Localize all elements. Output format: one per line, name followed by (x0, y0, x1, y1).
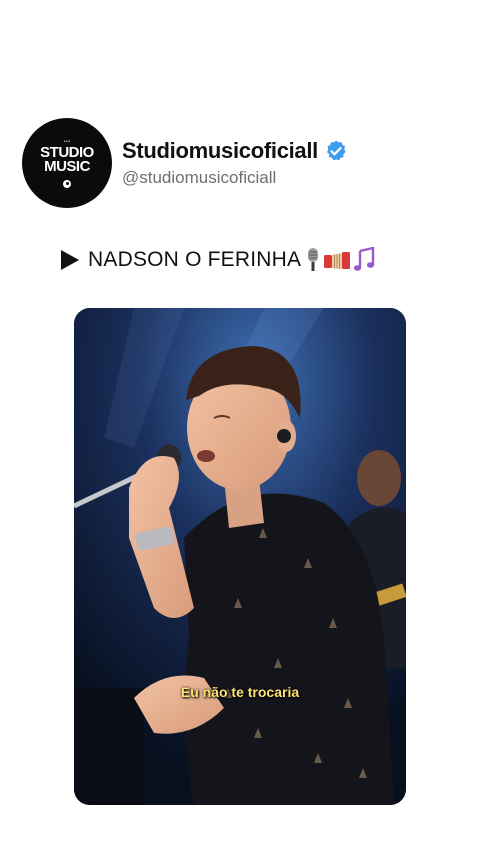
display-name[interactable]: Studiomusicoficiall (122, 138, 318, 164)
avatar-logo-text-2: MUSIC (44, 157, 90, 175)
play-icon (61, 250, 79, 270)
microphone-icon (308, 248, 319, 271)
music-notes-icon (354, 247, 375, 271)
verified-badge-icon (327, 140, 346, 161)
video-subtitle: Eu não te trocaria (180, 684, 300, 700)
profile-names: Studiomusicoficiall @studiomusicoficiall (122, 138, 348, 188)
caption-text: NADSON O FERINHA (88, 248, 302, 271)
post-card: ••• STUDIO MUSIC Studiomusicoficiall @st… (0, 0, 480, 854)
post-caption: NADSON O FERINHA (60, 247, 377, 273)
logo-dot-icon (63, 179, 71, 188)
accordion-icon (324, 252, 351, 269)
user-handle[interactable]: @studiomusicoficiall (122, 168, 348, 188)
video-frame (74, 308, 406, 805)
profile-header: ••• STUDIO MUSIC Studiomusicoficiall @st… (22, 118, 348, 208)
video-player[interactable]: Eu não te trocaria (74, 308, 406, 805)
avatar[interactable]: ••• STUDIO MUSIC (22, 118, 112, 208)
